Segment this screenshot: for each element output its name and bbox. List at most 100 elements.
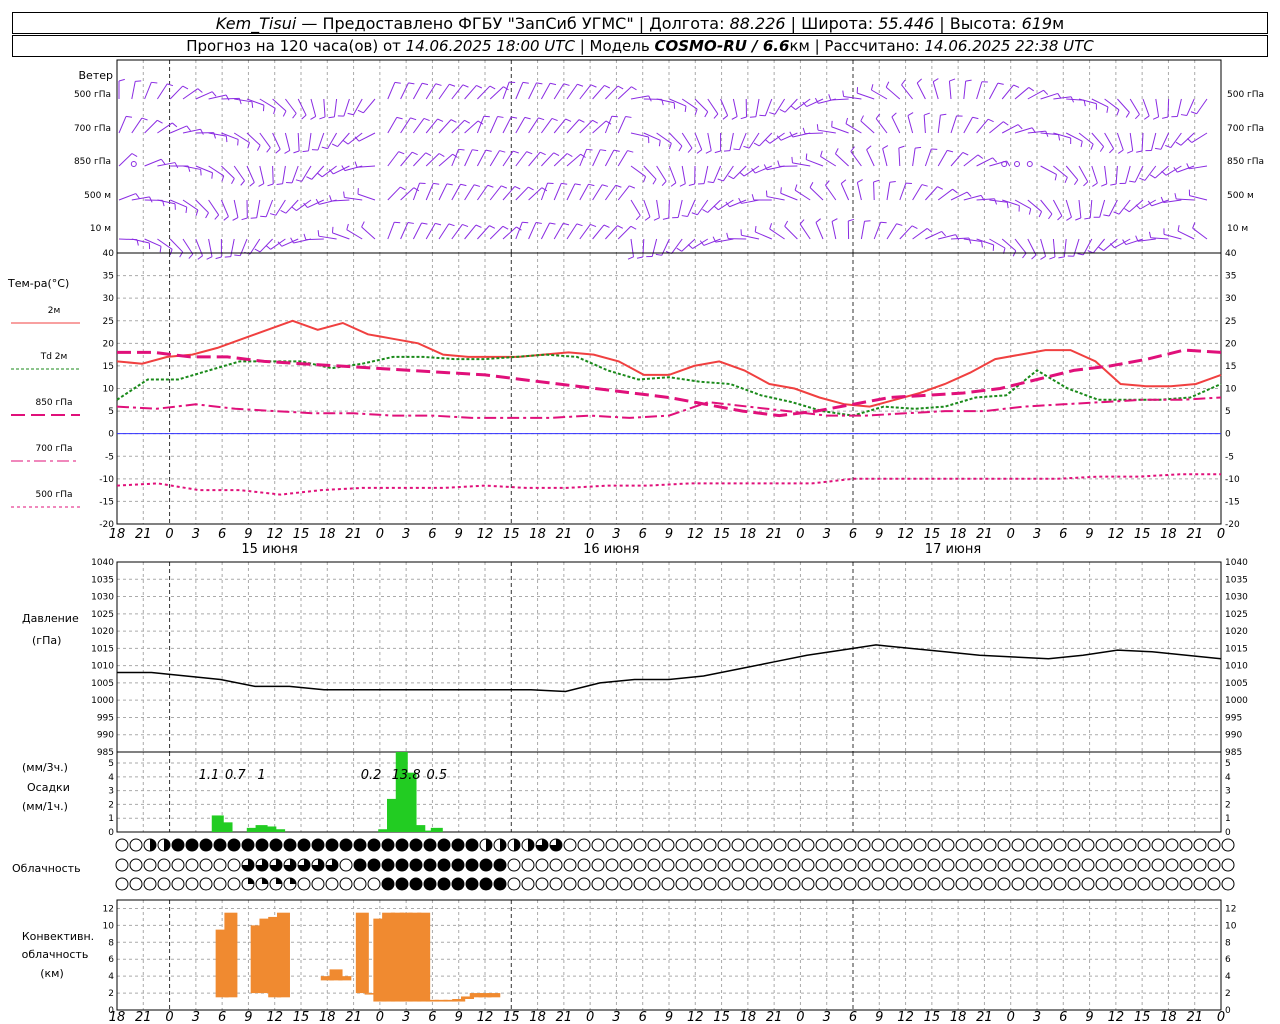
cloud-cover-icon: [661, 858, 675, 872]
cloud-cover-icon: [367, 838, 381, 852]
wind-barb-icon: [592, 184, 609, 201]
wind-barb-icon: [1027, 238, 1037, 260]
cloud-cover-icon: [423, 877, 437, 891]
cloud-cover-icon: [871, 858, 885, 872]
wind-barb-flag: [691, 212, 698, 216]
wind-barb-icon: [963, 79, 972, 100]
wind-barb-flag: [590, 223, 597, 228]
wind-barb-icon: [1040, 199, 1053, 220]
wind-barb-icon: [617, 225, 637, 240]
pressure-tick-left: 1025: [91, 610, 114, 620]
cloud-circle: [591, 858, 605, 872]
temp-legend-label: 2м: [48, 306, 61, 316]
wind-barb-staff: [899, 182, 907, 201]
cloud-fill: [354, 839, 366, 851]
cloud-cover-icon: [1067, 838, 1081, 852]
cloud-circle: [115, 858, 129, 872]
wind-barb-icon: [662, 199, 670, 220]
wind-barb-staff: [1040, 238, 1047, 257]
cloud-circle: [199, 858, 213, 872]
cloud-circle: [1109, 858, 1123, 872]
wind-barb-staff: [592, 85, 605, 100]
hour-tick-label: 12: [1108, 527, 1125, 542]
wind-barb-icon: [400, 82, 415, 100]
cloud-cover-icon: [983, 838, 997, 852]
hour-tick-label: 15: [713, 527, 730, 542]
conv-tick-right: 8: [1225, 938, 1231, 948]
cloud-cover-icon: [829, 858, 843, 872]
wind-barb-icon: [617, 86, 637, 100]
wind-barb-icon: [679, 165, 686, 187]
wind-barb-staff: [809, 187, 824, 201]
wind-barb-flag: [898, 145, 905, 149]
cloud-circle: [367, 877, 381, 891]
pressure-tick-right: 1030: [1225, 593, 1248, 603]
cloud-circle: [577, 877, 591, 891]
wind-barb-staff: [333, 98, 338, 117]
wind-barb-flag: [733, 148, 740, 151]
wind-barb-flag: [423, 117, 430, 122]
hour-tick-label: 15: [503, 527, 520, 542]
cloud-fill: [186, 839, 198, 851]
cloud-fill: [424, 878, 436, 890]
cloud-cover-icon: [367, 877, 381, 891]
hour-tick-label: 18: [1160, 527, 1177, 542]
wind-barb-staff: [677, 199, 683, 218]
cloud-cover-icon: [703, 838, 717, 852]
cloud-cover-icon: [549, 838, 563, 852]
wind-barb-icon: [668, 165, 677, 187]
hour-tick-label-bottom: 18: [1160, 1010, 1177, 1024]
cloud-cover-icon: [437, 838, 451, 852]
cloud-fill: [382, 878, 394, 890]
wind-barb-flag: [1038, 211, 1043, 218]
wind-barb-staff: [937, 188, 953, 201]
wind-barb-staff: [850, 151, 862, 167]
cloud-circle: [675, 877, 689, 891]
wind-barb-staff: [502, 186, 516, 201]
wind-barb-staff: [769, 132, 785, 144]
wind-barb-flag: [1103, 214, 1110, 217]
cloud-cover-icon: [1039, 858, 1053, 872]
wind-barb-flag: [282, 110, 287, 117]
convective-bar: [355, 912, 369, 994]
cloud-circle: [759, 838, 773, 852]
wind-barb-flag: [1192, 222, 1196, 229]
wind-barb-icon: [948, 78, 956, 100]
wind-barb-staff: [528, 187, 543, 201]
cloud-circle: [787, 838, 801, 852]
temp-tick-left: 10: [103, 385, 115, 395]
wind-barb-icon: [937, 113, 947, 134]
cloud-circle: [1095, 838, 1109, 852]
hour-tick-label: 18: [950, 527, 967, 542]
hour-tick-label-bottom: 3: [1033, 1010, 1041, 1024]
hour-tick-label-bottom: 12: [897, 1010, 914, 1024]
cloud-circle: [969, 858, 983, 872]
cloud-cover-icon: [647, 877, 661, 891]
cloud-circle: [339, 858, 353, 872]
wind-barb-staff: [671, 238, 683, 254]
precip-unit-1h: (мм/1ч.): [22, 800, 68, 813]
wind-barb-flag: [464, 119, 470, 124]
cloud-cover-icon: [465, 877, 479, 891]
wind-barb-flag: [319, 116, 326, 120]
wind-barb-flag: [780, 187, 782, 194]
wind-barb-staff: [553, 153, 568, 167]
wind-barb-staff: [988, 82, 999, 100]
cloud-circle: [983, 877, 997, 891]
wind-barb-staff: [1001, 84, 1014, 100]
cloud-fill: [382, 839, 394, 851]
cloud-circle: [941, 858, 955, 872]
cloud-cover-icon: [857, 877, 871, 891]
wind-barb-staff: [170, 125, 187, 134]
wind-barb-icon: [224, 238, 235, 258]
cloud-circle: [1081, 858, 1095, 872]
wind-barb-icon: [1058, 238, 1067, 259]
convective-bar: [276, 912, 290, 998]
wind-barb-icon: [1142, 98, 1150, 120]
wind-barb-staff: [310, 98, 317, 117]
cloud-cover-icon: [493, 838, 507, 852]
hour-tick-label-bottom: 18: [950, 1010, 967, 1024]
wind-barb-flag: [966, 191, 972, 197]
wind-barb-icon: [208, 165, 225, 182]
wind-barb-flag: [670, 182, 677, 187]
